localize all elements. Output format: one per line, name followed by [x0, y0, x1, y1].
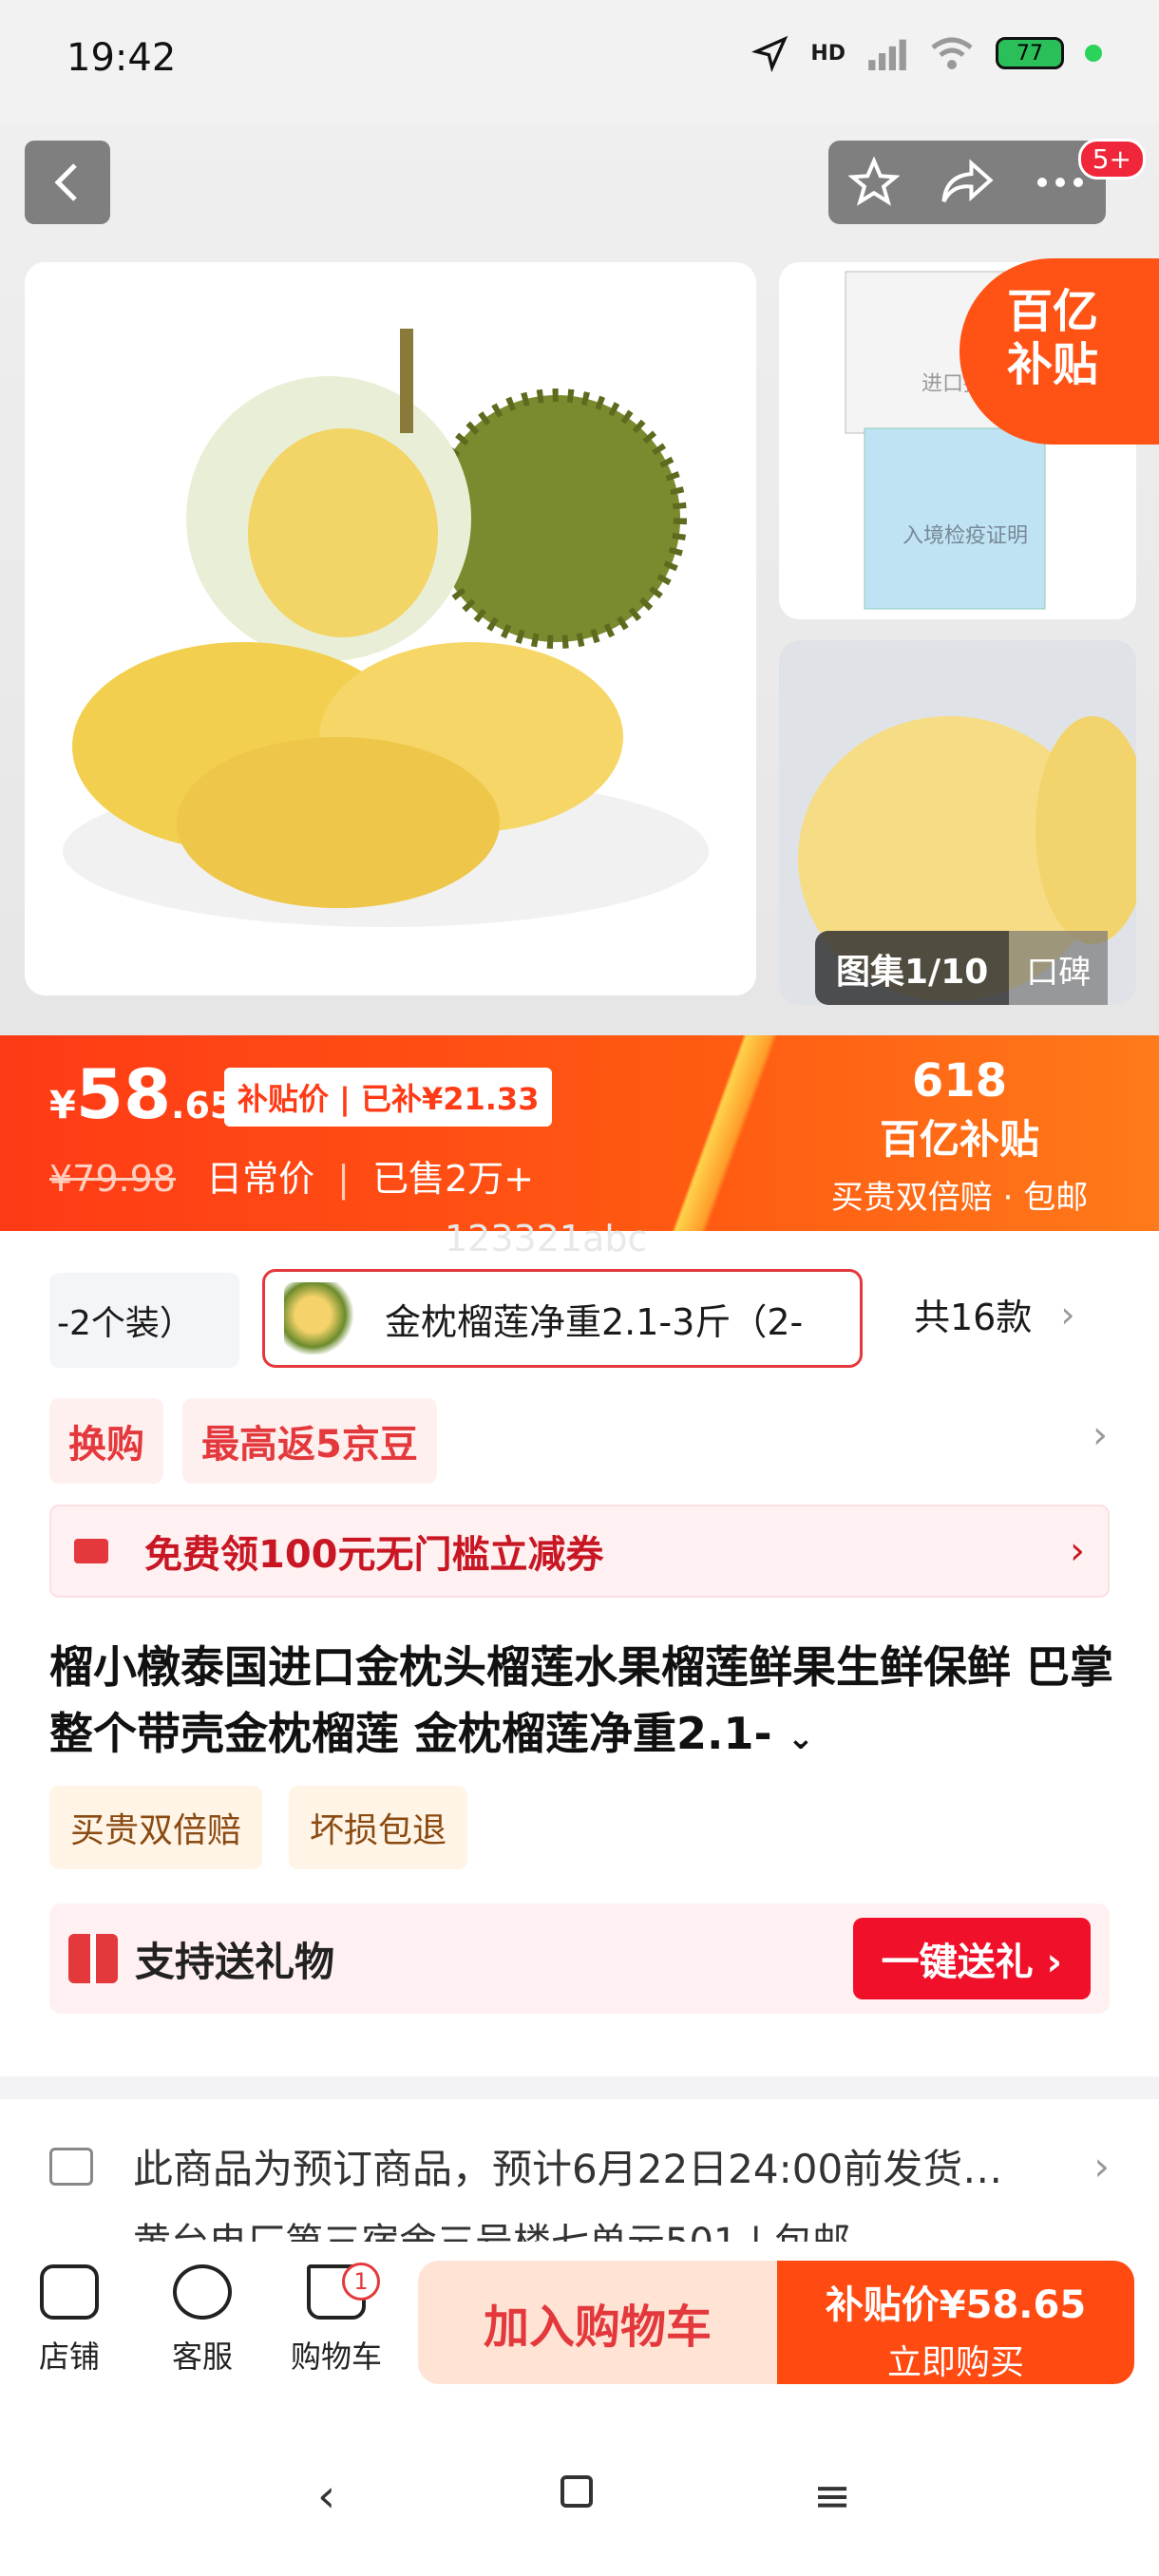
signal-icon	[868, 39, 906, 70]
delivery-truck-icon	[49, 2147, 93, 2186]
star-icon[interactable]	[848, 157, 900, 208]
status-time: 19:42	[66, 36, 177, 80]
gift-banner: 支持送礼物 一键送礼 ›	[49, 1904, 1110, 2014]
original-price: ¥79.98	[49, 1158, 176, 1200]
chevron-right-icon: ›	[1070, 1529, 1085, 1573]
chevron-right-icon[interactable]: ›	[1092, 1413, 1108, 1457]
subsidy-corner-line2: 补贴	[1007, 338, 1099, 391]
store-icon	[40, 2264, 99, 2320]
wifi-icon	[931, 37, 973, 69]
tag-double-refund[interactable]: 买贵双倍赔	[49, 1786, 263, 1869]
buy-now-button[interactable]: 补贴价¥58.65 立即购买	[777, 2261, 1134, 2384]
cart-count-badge: 1	[342, 2263, 380, 2301]
subsidy-corner-badge: 百亿 补贴	[960, 258, 1159, 445]
location-icon	[751, 35, 788, 72]
event-label: 618	[911, 1054, 1008, 1108]
add-to-cart-button[interactable]: 加入购物车	[418, 2261, 777, 2384]
gift-icon	[68, 1934, 118, 1983]
service-button[interactable]: 客服	[150, 2264, 255, 2377]
variant-label: 金枕榴莲净重2.1-3斤（2-	[385, 1300, 804, 1343]
status-bar: 19:42 HD 77	[0, 0, 1159, 123]
album-counter[interactable]: 图集1/10 口碑	[815, 931, 1134, 1005]
nav-back-icon[interactable]: ‹	[317, 2470, 335, 2523]
nav-home-icon[interactable]	[560, 2475, 593, 2508]
main-product-image[interactable]	[25, 262, 756, 995]
more-icon[interactable]	[1035, 173, 1086, 192]
durian-image	[25, 262, 756, 995]
variant-count[interactable]: 共16款 ›	[914, 1288, 1075, 1340]
cart-label: 购物车	[290, 2339, 382, 2375]
shipping-text: 此商品为预订商品，预计6月22日24:00前发货…	[133, 2146, 1003, 2192]
guarantee-text: 买贵双倍赔 · 包邮	[830, 1179, 1089, 1217]
sold-count: 已售2万+	[372, 1158, 535, 1200]
tag-damage-return[interactable]: 坏损包退	[289, 1786, 468, 1869]
promo-tags: 换购 最高返5京豆	[49, 1398, 437, 1484]
subsidy-price-tag: 补贴价 | 已补¥21.33	[224, 1068, 553, 1127]
product-title[interactable]: 榴小橔泰国进口金枕头榴莲水果榴莲鲜果生鲜保鲜 巴掌整个带壳金枕榴莲 金枕榴莲净重…	[49, 1634, 1113, 1771]
bottom-action-bar: 店铺 客服 购物车 1 加入购物车 补贴价¥58.65 立即购买	[0, 2242, 1159, 2394]
header-toolbar	[828, 141, 1106, 224]
promo-exchange[interactable]: 换购	[49, 1398, 163, 1484]
customer-service-icon	[173, 2264, 232, 2320]
network-type: HD	[810, 41, 846, 66]
coupon-banner[interactable]: 免费领100元无门槛立减券 ›	[49, 1505, 1110, 1598]
system-nav-bar: ‹ ≡	[0, 2432, 1159, 2576]
store-button[interactable]: 店铺	[17, 2264, 122, 2377]
coupon-icon	[74, 1539, 108, 1563]
album-label[interactable]: 图集1/10	[815, 931, 1010, 1005]
variant-option-selected[interactable]: 金枕榴莲净重2.1-3斤（2-	[262, 1269, 863, 1368]
buy-price: 补贴价¥58.65	[825, 2283, 1087, 2327]
shipping-address: 黄台电厂第三宿舍三号楼七单元501 | 包邮	[133, 2221, 851, 2245]
gift-text: 支持送礼物	[135, 1938, 335, 1985]
reviews-label[interactable]: 口碑	[1009, 931, 1109, 1005]
current-price: ¥58.65	[49, 1054, 235, 1134]
event-badge[interactable]: 618 百亿补贴 买贵双倍赔 · 包邮	[798, 1054, 1121, 1218]
currency-symbol: ¥	[49, 1084, 76, 1127]
buy-now-label: 立即购买	[886, 2343, 1024, 2382]
variant-selector: -2个装） 金枕榴莲净重2.1-3斤（2- 共16款 ›	[0, 1254, 1159, 1377]
price-main: 58	[75, 1054, 172, 1134]
indicator-dot	[1085, 45, 1102, 62]
price-banner: ¥58.65 补贴价 | 已补¥21.33 ¥79.98 日常价 | 已售2万+…	[0, 1035, 1159, 1231]
shipping-info[interactable]: 此商品为预订商品，预计6月22日24:00前发货… ›	[49, 2137, 1110, 2195]
store-label: 店铺	[38, 2339, 100, 2375]
lightning-divider	[665, 1035, 788, 1231]
back-button[interactable]	[25, 141, 110, 224]
original-price-row: ¥79.98 日常价 | 已售2万+	[49, 1158, 535, 1200]
battery-icon: 77	[996, 37, 1064, 69]
promo-jingdou[interactable]: 最高返5京豆	[182, 1398, 437, 1484]
service-tags: 买贵双倍赔 坏损包退	[49, 1786, 468, 1869]
coupon-text: 免费领100元无门槛立减券	[144, 1533, 604, 1577]
product-title-text: 榴小橔泰国进口金枕头榴莲水果榴莲鲜果生鲜保鲜 巴掌整个带壳金枕榴莲 金枕榴莲净重…	[49, 1641, 1114, 1759]
nav-menu-icon[interactable]: ≡	[813, 2470, 851, 2523]
document-label-quarantine: 入境检疫证明	[902, 524, 1029, 548]
variant-option[interactable]: -2个装）	[49, 1273, 239, 1368]
daily-price-label: 日常价	[206, 1158, 315, 1200]
send-gift-button[interactable]: 一键送礼 ›	[852, 1918, 1091, 1999]
variant-count-label: 共16款	[914, 1297, 1033, 1338]
chevron-right-icon: ›	[1060, 1293, 1075, 1335]
event-sub-label: 百亿补贴	[879, 1116, 1039, 1163]
status-icons: HD 77	[751, 34, 1102, 72]
chevron-right-icon: ›	[1093, 2143, 1110, 2189]
chevron-down-icon[interactable]: ⌄	[788, 1719, 815, 1757]
variant-thumbnail	[284, 1282, 356, 1354]
section-divider	[0, 2076, 1159, 2099]
message-badge: 5+	[1077, 139, 1146, 180]
share-icon[interactable]	[940, 159, 995, 206]
chevron-left-icon	[54, 163, 77, 201]
service-label: 客服	[171, 2339, 233, 2375]
subsidy-corner-line1: 百亿	[1007, 285, 1099, 338]
